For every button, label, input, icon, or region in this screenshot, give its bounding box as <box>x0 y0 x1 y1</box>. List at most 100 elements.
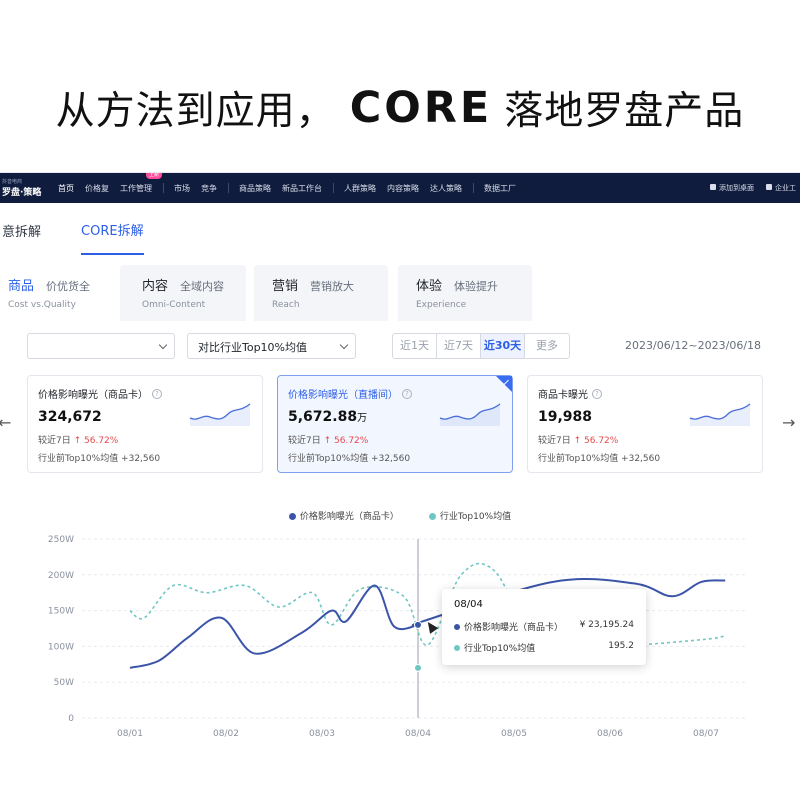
y-tick-label: 150W <box>48 607 74 617</box>
nav-item[interactable]: 商品策略 <box>239 183 271 194</box>
nav-item[interactable]: 价格复 <box>85 183 109 194</box>
line-chart: 0 50W 100W 150W 200W 250W 08/01 08/02 08/03 08/04… <box>48 535 745 739</box>
metric-value: 5,672.88 <box>288 409 358 425</box>
cattab-en: Reach <box>272 300 300 310</box>
brand-name: 罗盘·策略 <box>2 188 42 198</box>
nav-item[interactable]: 内容策略 <box>387 183 419 194</box>
nav-item[interactable]: 数据工厂 <box>484 183 516 194</box>
nav-separator <box>163 183 164 193</box>
hover-point-series1 <box>414 620 422 629</box>
x-tick-label: 08/01 <box>117 729 143 739</box>
metric-title: 商品卡曝光 <box>538 390 588 401</box>
metric-card-selected[interactable]: 价格影响曝光（直播间）? 5,672.88万 较近7日 ↑ 56.72% 行业前… <box>277 375 513 473</box>
time-range-segment: 近1天 近7天 近30天 更多 <box>392 333 570 359</box>
nav-item[interactable]: 市场 <box>174 183 190 194</box>
help-icon[interactable]: ? <box>402 388 412 399</box>
x-tick-label: 08/06 <box>597 729 623 739</box>
metric-title: 价格影响曝光（商品卡） <box>38 390 148 401</box>
brand-logo[interactable]: 抖音电商 罗盘·策略 <box>0 173 58 203</box>
sparkline <box>439 403 501 426</box>
metric-delta-label: 较近7日 <box>38 436 71 446</box>
cattab-sub: 价优货全 <box>46 280 91 293</box>
x-tick-label: 08/02 <box>213 729 239 739</box>
cattab-sub: 营销放大 <box>310 280 355 293</box>
tooltip-series-value: 195.2 <box>608 641 634 651</box>
chevron-down-icon <box>339 340 349 350</box>
sub-tabs: 意拆解 CORE拆解 <box>0 203 800 255</box>
tooltip-date: 08/04 <box>454 599 483 610</box>
chart-legend: 价格影响曝光（商品卡） 行业Top10%均值 <box>0 509 800 522</box>
nav-item[interactable]: 达人策略 <box>430 183 462 194</box>
range-more[interactable]: 更多 <box>525 334 569 358</box>
y-tick-label: 50W <box>54 678 74 688</box>
headline-post: 落地罗盘产品 <box>504 89 745 134</box>
tooltip-series-name: 行业Top10%均值 <box>464 644 536 654</box>
carousel-next-icon[interactable]: → <box>782 413 795 432</box>
nav-item[interactable]: 工作管理 上新 <box>120 173 163 194</box>
metric-card[interactable]: 商品卡曝光? 19,988 较近7日 ↑ 56.72% 行业前Top10%均值 … <box>527 375 763 473</box>
chevron-down-icon <box>158 340 168 350</box>
tooltip-series-value: ¥ 23,195.24 <box>579 620 634 630</box>
date-range-text: 2023/06/12~2023/06/18 <box>625 339 762 352</box>
headline-pre: 从方法到应用， <box>55 89 336 134</box>
x-tick-label: 08/04 <box>405 729 431 739</box>
range-1d[interactable]: 近1天 <box>393 334 437 358</box>
nav-item[interactable]: 人群策略 <box>344 183 376 194</box>
y-tick-label: 100W <box>48 642 74 652</box>
enterprise-button[interactable]: 企业工 <box>766 183 796 193</box>
metric-delta-label: 较近7日 <box>538 436 571 446</box>
legend-item-series2[interactable]: 行业Top10%均值 <box>428 509 511 522</box>
metric-benchmark: 行业前Top10%均值 +32,560 <box>38 454 161 464</box>
legend-dot-icon <box>428 513 436 520</box>
filter-bar: 对比行业Top10%均值 近1天 近7天 近30天 更多 2023/06/12~… <box>0 333 800 361</box>
cattab-marketing[interactable]: 营销 营销放大 Reach <box>254 265 388 321</box>
nav-right: 添加到桌面 企业工 <box>710 173 796 203</box>
nav-separator <box>333 183 334 193</box>
carousel-prev-icon[interactable]: ← <box>0 413 11 432</box>
range-7d[interactable]: 近7天 <box>437 334 481 358</box>
cattab-sub: 全域内容 <box>180 280 225 293</box>
nav-new-badge: 上新 <box>146 173 163 179</box>
legend-item-series1[interactable]: 价格影响曝光（商品卡） <box>288 509 399 522</box>
nav-item[interactable]: 新品工作台 <box>282 183 322 194</box>
y-tick-label: 250W <box>48 535 74 545</box>
cattab-main: 体验 <box>416 279 443 294</box>
metric-delta: ↑ 56.72% <box>573 436 619 446</box>
tooltip-series-name: 价格影响曝光（商品卡） <box>464 623 564 633</box>
tab-core-breakdown[interactable]: CORE拆解 <box>81 204 144 255</box>
top-nav: 抖音电商 罗盘·策略 首页 价格复 工作管理 上新 市场 竞争 商品策略 新品工作台 人群策略内… <box>0 173 800 203</box>
cattab-product[interactable]: 商品 价优货全 Cost vs.Quality <box>0 265 112 321</box>
compare-select[interactable]: 对比行业Top10%均值 <box>187 333 356 359</box>
cattab-en: Cost vs.Quality <box>8 300 76 310</box>
help-icon[interactable]: ? <box>592 388 602 399</box>
add-to-desktop-button[interactable]: 添加到桌面 <box>710 183 754 193</box>
metric-unit: 万 <box>357 413 368 424</box>
metric-value: 324,672 <box>38 409 102 425</box>
cattab-main: 商品 <box>8 279 35 294</box>
chart-tooltip: 08/04 价格影响曝光（商品卡） ¥ 23,195.24 行业Top10%均值… <box>442 589 646 665</box>
nav-item[interactable]: 首页 <box>58 183 74 194</box>
y-tick-label: 0 <box>68 714 74 724</box>
metric-benchmark: 行业前Top10%均值 +32,560 <box>538 454 661 464</box>
sparkline <box>689 403 751 426</box>
compare-select-value: 对比行业Top10%均值 <box>198 341 308 354</box>
tooltip-row: 价格影响曝光（商品卡） ¥ 23,195.24 <box>454 620 634 633</box>
legend-dot-icon <box>288 513 296 520</box>
tab-creative-breakdown[interactable]: 意拆解 <box>2 205 41 254</box>
metric-value: 19,988 <box>538 409 593 425</box>
cattab-experience[interactable]: 体验 体验提升 Experience <box>398 265 532 321</box>
help-icon[interactable]: ? <box>152 388 162 399</box>
tooltip-row: 行业Top10%均值 195.2 <box>454 641 634 654</box>
tooltip-dot-icon <box>454 624 460 630</box>
nav-item[interactable]: 竞争 <box>201 183 217 194</box>
tooltip-dot-icon <box>454 645 460 651</box>
core-logo: CORE <box>349 83 493 133</box>
product-select[interactable] <box>27 333 175 359</box>
range-30d[interactable]: 近30天 <box>481 334 525 358</box>
metric-card[interactable]: 价格影响曝光（商品卡）? 324,672 较近7日 ↑ 56.72% 行业前To… <box>27 375 263 473</box>
enterprise-label: 企业工 <box>775 184 796 192</box>
hover-point-series2 <box>414 663 422 672</box>
legend-label: 价格影响曝光（商品卡） <box>299 512 399 522</box>
x-tick-label: 08/05 <box>501 729 527 739</box>
cattab-content[interactable]: 内容 全域内容 Omni-Content <box>120 265 246 321</box>
